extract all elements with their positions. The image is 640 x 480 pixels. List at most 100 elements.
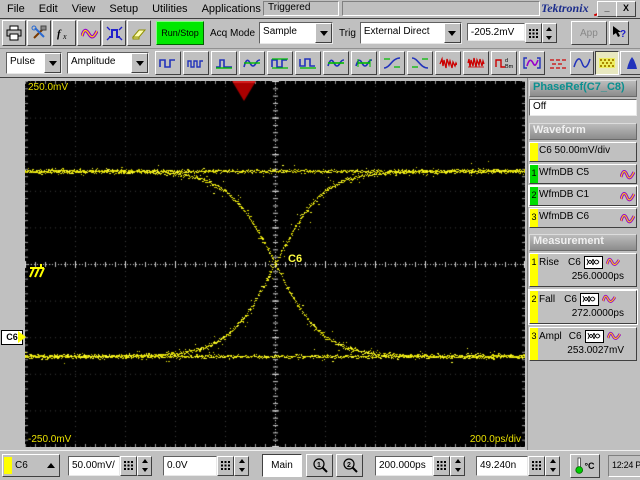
- menu-setup[interactable]: Setup: [102, 2, 145, 16]
- eye-diagram-icon: [579, 292, 599, 306]
- keypad-button[interactable]: [120, 455, 137, 476]
- vertical-position-input[interactable]: [163, 455, 217, 476]
- menu-applications[interactable]: Applications: [195, 2, 268, 16]
- keypad-button[interactable]: [433, 455, 450, 476]
- waveform-scale-readout[interactable]: C6 50.00mV/div: [529, 142, 637, 162]
- delay-spinner[interactable]: [545, 455, 560, 476]
- phaseref-header: PhaseRef(C7_C8): [529, 80, 637, 97]
- meas-fall-time-button[interactable]: [407, 51, 433, 75]
- measure-class-select[interactable]: Pulse: [6, 52, 62, 74]
- menu-edit[interactable]: Edit: [32, 2, 65, 16]
- run-stop-button[interactable]: Run/Stop: [156, 21, 204, 45]
- spin-down-icon[interactable]: [543, 33, 556, 42]
- close-button[interactable]: X: [616, 1, 636, 17]
- meas-rise-time-button[interactable]: [379, 51, 405, 75]
- context-help-button[interactable]: ?: [608, 21, 629, 45]
- trigger-level-input[interactable]: [466, 23, 525, 41]
- zoom-1-button[interactable]: 1: [306, 454, 333, 477]
- timebase-main-button[interactable]: Main: [262, 454, 302, 477]
- waveform-db-icon: [618, 187, 636, 205]
- meas-jitter-button[interactable]: [435, 51, 461, 75]
- channel-marker-arrow-icon: [18, 331, 26, 343]
- autoset-button[interactable]: [102, 20, 126, 46]
- trigger-status: Triggered: [263, 1, 339, 16]
- rise-time-icon: [383, 57, 401, 69]
- meas-dbm-button[interactable]: d Bm: [491, 51, 517, 75]
- minimize-button[interactable]: _: [597, 1, 617, 17]
- jitter-icon: [439, 56, 457, 69]
- display-dots-button[interactable]: [547, 52, 569, 74]
- zoom-2-button[interactable]: 2: [336, 454, 363, 477]
- acquisition-toolbar: fx Run/Stop Acq Mode Sample Trig Externa…: [0, 18, 640, 49]
- vertical-scale-spinner[interactable]: [137, 455, 152, 476]
- clear-data-button[interactable]: [127, 20, 151, 46]
- waveform-database-button[interactable]: [77, 20, 101, 46]
- meas-burst-width-button[interactable]: [211, 51, 237, 75]
- app-button[interactable]: App: [570, 21, 607, 45]
- eraser-icon: [131, 29, 147, 39]
- delay-input[interactable]: [476, 455, 528, 476]
- display-vectors-button[interactable]: [570, 51, 594, 75]
- measurement-item-2[interactable]: 2 Fall C6 272.0000ps: [528, 289, 638, 325]
- keypad-button[interactable]: [528, 455, 545, 476]
- meas-period-button[interactable]: [183, 51, 209, 75]
- measurement-value: 253.0027mV: [567, 345, 624, 356]
- svg-text:x: x: [62, 32, 67, 40]
- keypad-button[interactable]: [524, 23, 542, 43]
- svg-text:f: f: [57, 28, 62, 40]
- meas-high-low-button[interactable]: [267, 51, 293, 75]
- channel-color-bar: [530, 143, 538, 161]
- meas-cycle-mean-button[interactable]: [351, 51, 377, 75]
- thermometer-icon: [575, 457, 584, 474]
- waveform-item-2[interactable]: 2 WfmDB C1: [528, 185, 638, 207]
- meas-positive-width-button[interactable]: [155, 51, 181, 75]
- setup-tools-button[interactable]: [27, 20, 51, 46]
- dropdown-arrow-icon[interactable]: [44, 53, 61, 73]
- measurement-source: C6: [568, 256, 581, 268]
- keypad-icon: [532, 461, 541, 470]
- dropdown-arrow-icon[interactable]: [443, 23, 461, 43]
- menu-utilities[interactable]: Utilities: [145, 2, 194, 16]
- math-button[interactable]: fx: [52, 20, 76, 46]
- measurement-value: 272.0000ps: [571, 308, 624, 319]
- trigger-source-select[interactable]: External Direct: [359, 22, 462, 44]
- keypad-button[interactable]: [217, 455, 234, 476]
- oscilloscope-application: File Edit View Setup Utilities Applicati…: [0, 0, 640, 480]
- measure-type-select[interactable]: Amplitude: [67, 52, 149, 74]
- temperature-status-button[interactable]: °C: [570, 453, 600, 478]
- dropdown-arrow-icon[interactable]: [131, 53, 148, 73]
- measurement-item-3[interactable]: 3 Ampl C6 253.0027mV: [529, 327, 637, 361]
- measurement-name: Fall: [539, 293, 556, 305]
- channel-selector[interactable]: C6: [2, 454, 60, 477]
- vertical-top-label: 250.0mV: [28, 82, 69, 93]
- svg-text:2: 2: [347, 462, 351, 469]
- display-histogram-button[interactable]: [620, 51, 640, 75]
- acq-mode-select[interactable]: Sample: [259, 22, 334, 44]
- display-infinite-persistence-button[interactable]: [595, 51, 619, 75]
- meas-min-max-button[interactable]: [295, 51, 321, 75]
- vertical-scale-input[interactable]: [68, 455, 120, 476]
- horizontal-scale-spinner[interactable]: [450, 455, 465, 476]
- menu-view[interactable]: View: [65, 2, 103, 16]
- waveform-item-3[interactable]: 3 WfmDB C6: [529, 208, 637, 228]
- spin-up-icon[interactable]: [543, 24, 556, 33]
- horizontal-scale-input[interactable]: [375, 455, 433, 476]
- print-button[interactable]: [2, 20, 26, 46]
- waveform-display[interactable]: [25, 81, 525, 447]
- meas-mean-button[interactable]: [323, 51, 349, 75]
- trigger-level-spinner[interactable]: [541, 23, 557, 43]
- meas-amplitude-button[interactable]: [239, 51, 265, 75]
- phaseref-value[interactable]: Off: [529, 99, 637, 116]
- meas-mask-button[interactable]: [519, 51, 545, 75]
- waveform-item-1[interactable]: 1 WfmDB C5: [529, 164, 637, 184]
- menu-file[interactable]: File: [0, 2, 32, 16]
- keypad-icon: [528, 28, 538, 38]
- eye-diagram-icon: [583, 255, 603, 269]
- meas-noise-button[interactable]: [463, 51, 489, 75]
- measurement-item-1[interactable]: 1 Rise C6 256.0000ps: [529, 253, 637, 287]
- keypad-icon: [124, 461, 133, 470]
- dropdown-arrow-icon[interactable]: [315, 23, 333, 43]
- waveform-db-icon: [605, 257, 620, 267]
- vertical-position-spinner[interactable]: [234, 455, 249, 476]
- waveform-db-icon: [606, 331, 621, 341]
